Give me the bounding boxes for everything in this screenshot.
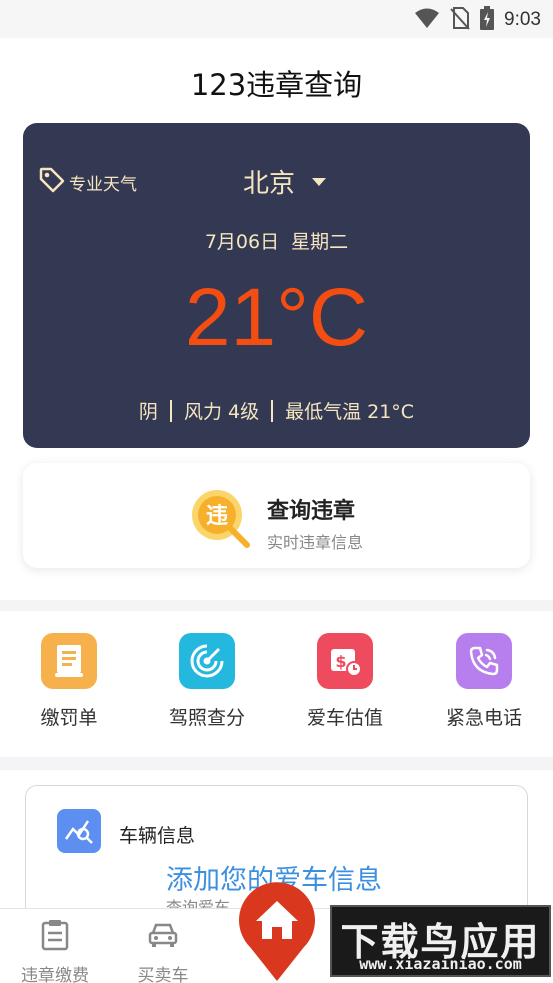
- wifi-icon: [414, 7, 440, 33]
- service-pay-ticket[interactable]: 缴罚单: [14, 633, 124, 730]
- service-license-points[interactable]: 驾照查分: [152, 633, 262, 730]
- nav-item-buy-sell-car[interactable]: 买卖车: [108, 919, 218, 983]
- weather-card: 专业天气 北京 7月06日 星期二 21°C 阴 风力 4级 最低气温 21°C: [23, 123, 530, 448]
- service-label: 紧急电话: [445, 707, 522, 729]
- weather-tag-label: 专业天气: [69, 174, 137, 195]
- weather-tag[interactable]: 专业天气: [39, 167, 137, 197]
- nav-label: 违章缴费: [21, 966, 89, 983]
- vehicle-title: 车辆信息: [119, 825, 196, 847]
- price-tag-icon: $: [317, 633, 373, 689]
- query-icon-char: 违: [206, 503, 228, 529]
- home-pin-icon: [232, 873, 322, 983]
- status-time: 9:03: [504, 9, 541, 30]
- watermark-url: www.xiazainiao.com: [359, 955, 522, 973]
- query-violation-card[interactable]: 违 查询违章 实时违章信息: [23, 463, 530, 568]
- dropdown-arrow-icon: [311, 172, 327, 191]
- watermark: 下载鸟应用 www.xiazainiao.com: [232, 873, 553, 983]
- weather-condition: 阴: [138, 401, 158, 423]
- clipboard-icon: [40, 920, 70, 955]
- weather-wind: 风力 4级: [183, 401, 260, 423]
- ticket-icon: [41, 633, 97, 689]
- query-title: 查询违章: [267, 499, 356, 524]
- phone-icon: [456, 633, 512, 689]
- query-subtitle: 实时违章信息: [267, 533, 364, 552]
- status-icons: 9:03: [414, 6, 541, 34]
- radar-icon: [179, 633, 235, 689]
- car-icon: [147, 923, 179, 955]
- temperature: 21°C: [184, 272, 369, 363]
- battery-charging-icon: [480, 6, 495, 34]
- service-car-valuation[interactable]: $ 爱车估值: [290, 633, 400, 730]
- city-name: 北京: [243, 169, 296, 199]
- watermark-banner: 下载鸟应用 www.xiazainiao.com: [330, 905, 551, 977]
- date-line: 7月06日 星期二: [23, 227, 530, 254]
- weather-date: 7月06日: [204, 231, 280, 253]
- service-label: 缴罚单: [40, 707, 98, 729]
- nav-label: 买卖车: [137, 966, 189, 983]
- weather-weekday: 星期二: [291, 231, 349, 253]
- no-sim-icon: [450, 6, 470, 34]
- nav-item-violation-pay[interactable]: 违章缴费: [0, 919, 110, 983]
- svg-text:$: $: [335, 652, 346, 671]
- service-emergency-call[interactable]: 紧急电话: [429, 633, 539, 730]
- service-label: 爱车估值: [306, 707, 383, 729]
- meta-divider: [271, 399, 274, 422]
- weather-meta: 阴 风力 4级 最低气温 21°C: [23, 397, 530, 424]
- city-selector[interactable]: 北京: [243, 163, 327, 200]
- meta-divider: [169, 399, 172, 422]
- search-violation-icon: 违: [191, 487, 253, 549]
- weather-min-temp: 最低气温 21°C: [285, 401, 415, 423]
- service-grid: 缴罚单 驾照查分 $ 爱车估值 紧急电话: [0, 611, 553, 757]
- chart-search-icon: [57, 809, 101, 853]
- status-bar: 9:03: [0, 0, 553, 38]
- service-label: 驾照查分: [168, 707, 245, 729]
- page-title: 123违章查询: [190, 68, 363, 102]
- tag-icon: [39, 167, 65, 197]
